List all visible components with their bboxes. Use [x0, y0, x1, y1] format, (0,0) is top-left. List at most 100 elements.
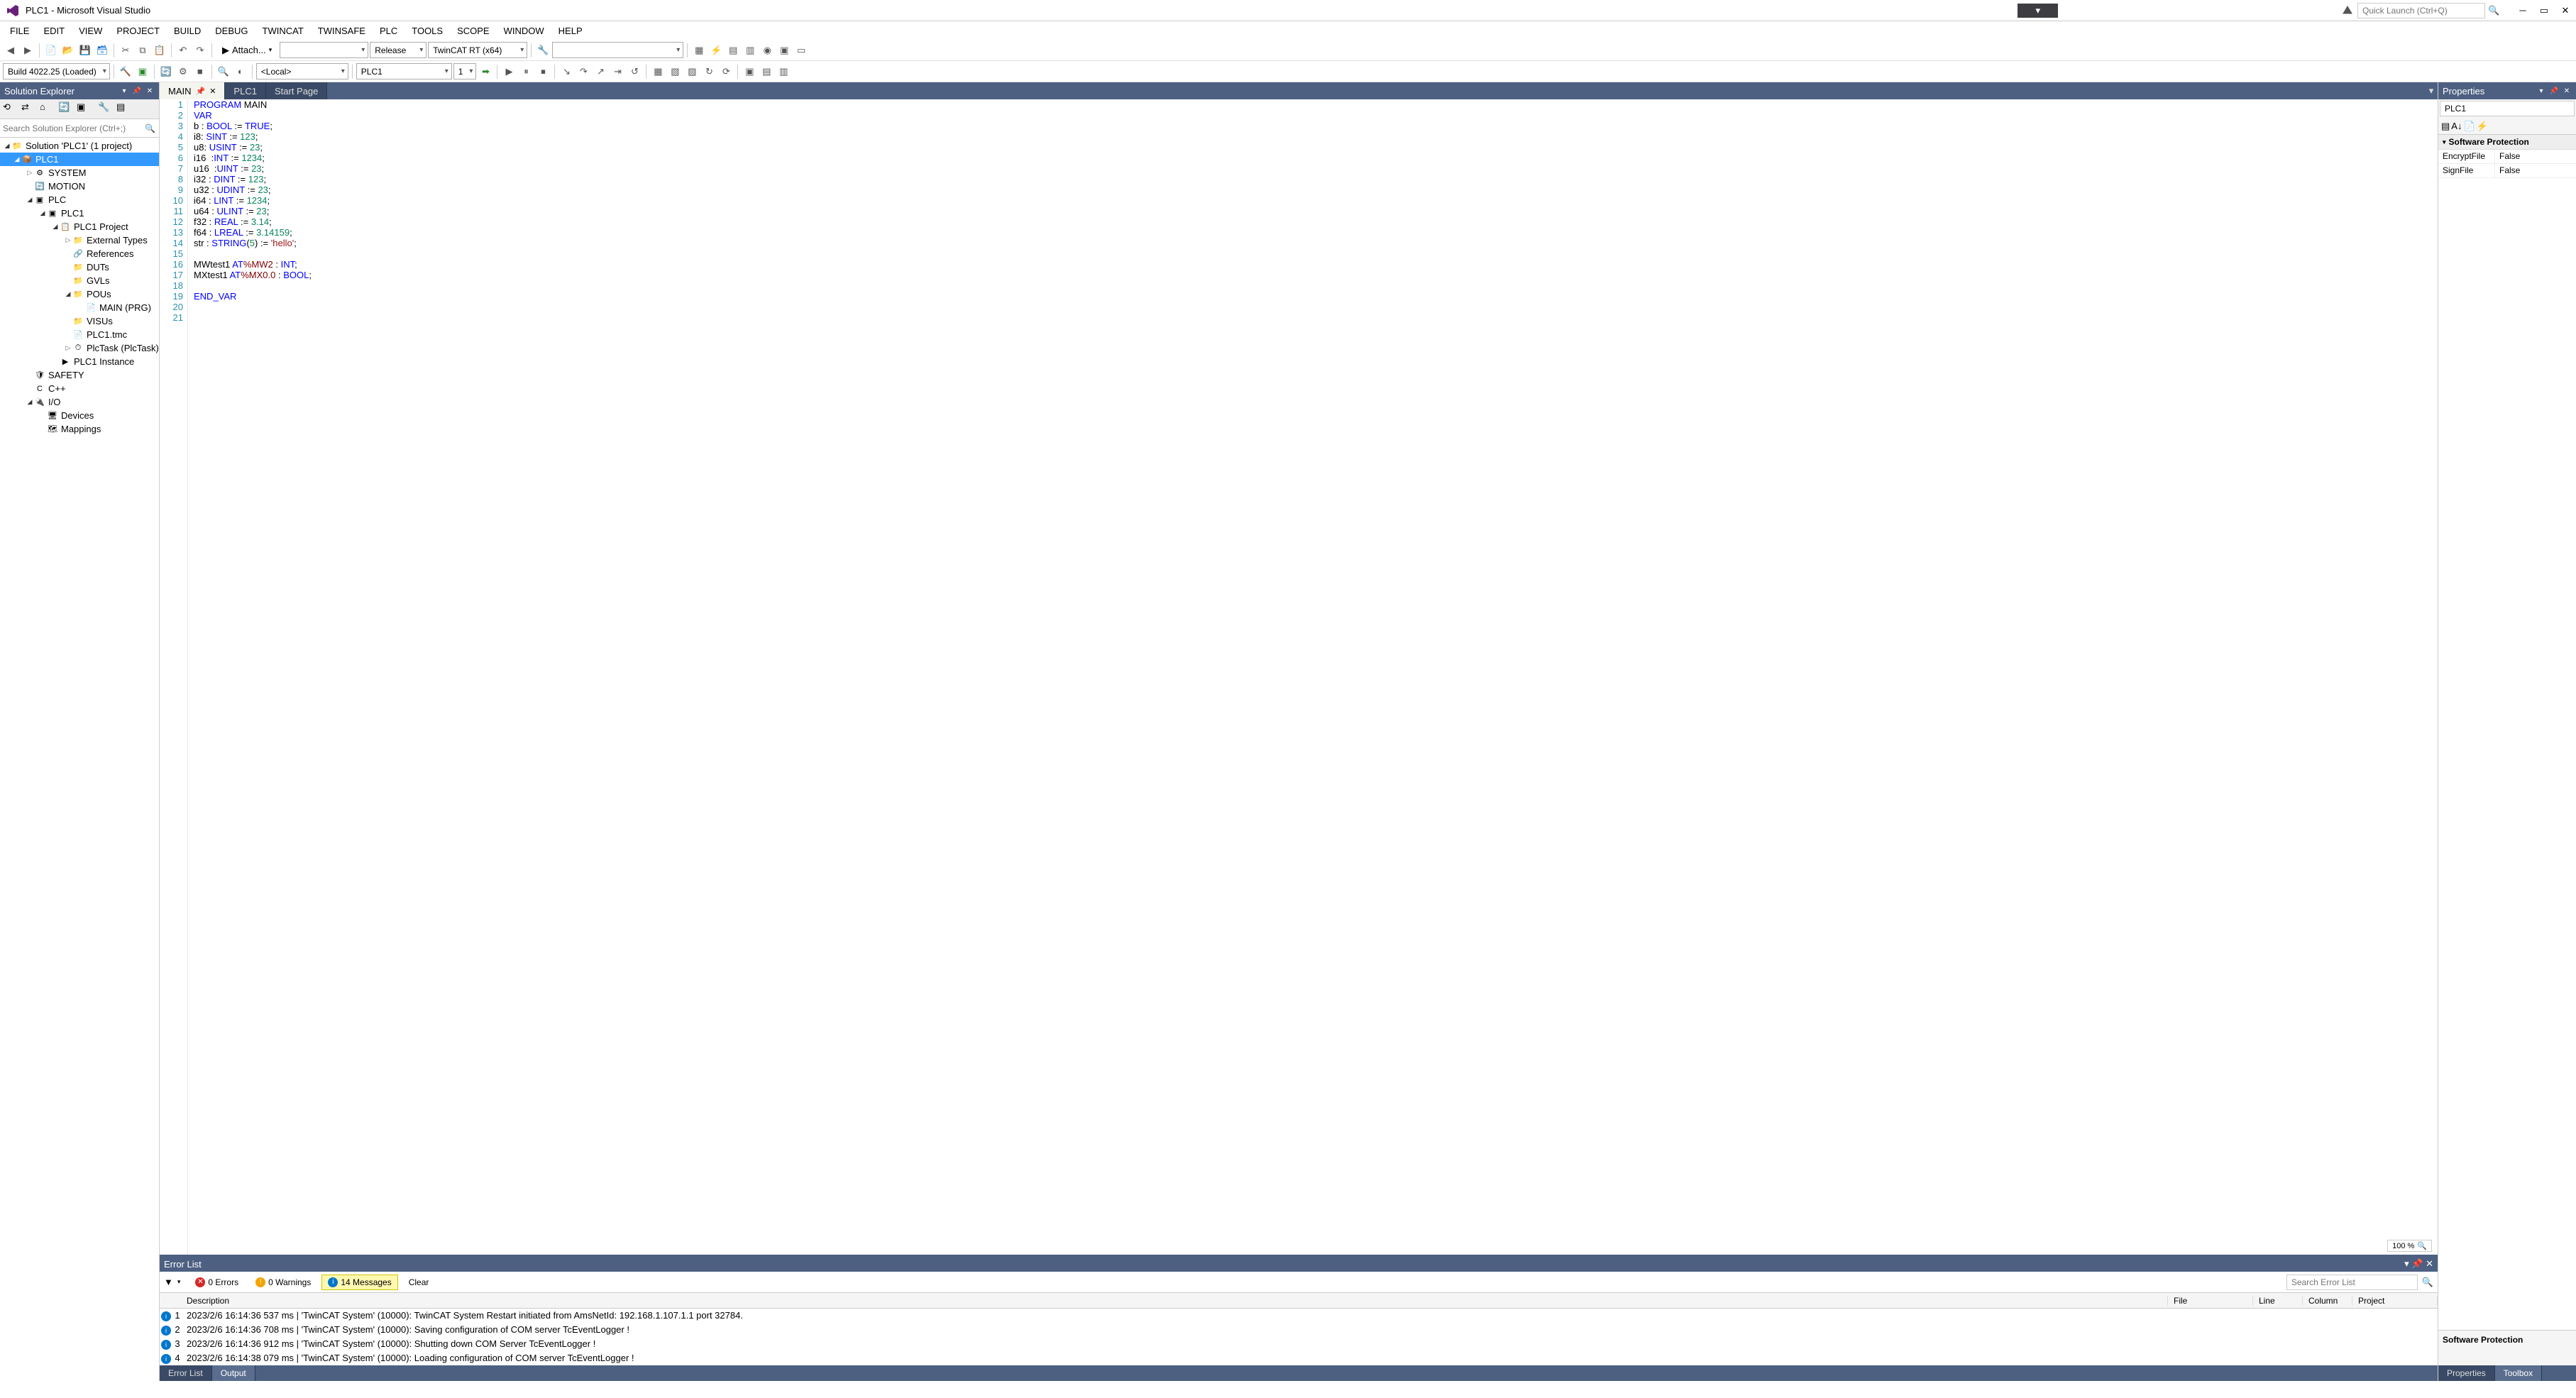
property-row[interactable]: EncryptFileFalse	[2438, 150, 2576, 164]
error-row[interactable]: i22023/2/6 16:14:36 708 ms | 'TwinCAT Sy…	[160, 1323, 2438, 1337]
tree-item[interactable]: 🔄MOTION	[0, 180, 159, 193]
nav-back-icon[interactable]: ◀	[3, 43, 18, 58]
code-editor[interactable]: 123456789101112131415161718192021 PROGRA…	[160, 99, 2438, 1255]
menu-tools[interactable]: TOOLS	[404, 23, 450, 39]
filter-dropdown-icon[interactable]: ▾	[177, 1278, 181, 1286]
editor-tab[interactable]: Start Page	[266, 82, 327, 99]
dbg-icon-1[interactable]: ▦	[650, 64, 666, 79]
dbg-icon-2[interactable]: ▧	[667, 64, 683, 79]
col-project[interactable]: Project	[2352, 1296, 2438, 1306]
misc-icon-3[interactable]: ▥	[776, 64, 791, 79]
tc-icon-6[interactable]: ▣	[776, 43, 792, 58]
dbg-icon-3[interactable]: ▨	[684, 64, 700, 79]
tree-item[interactable]: 🖥Devices	[0, 409, 159, 422]
tree-item[interactable]: ◢📁Solution 'PLC1' (1 project)	[0, 139, 159, 153]
se-show-icon[interactable]: ▤	[116, 101, 132, 117]
code-content[interactable]: PROGRAM MAINVARb : BOOL := TRUE;i8: SINT…	[188, 99, 2438, 1255]
bottom-tab[interactable]: Properties	[2438, 1365, 2495, 1381]
error-row[interactable]: i42023/2/6 16:14:38 079 ms | 'TwinCAT Sy…	[160, 1351, 2438, 1365]
copy-icon[interactable]: ⧉	[135, 43, 150, 58]
cut-icon[interactable]: ✂	[118, 43, 133, 58]
start-icon[interactable]: ▶	[501, 64, 517, 79]
project-combo[interactable]: PLC1	[356, 63, 452, 79]
bottom-tab[interactable]: Toolbox	[2495, 1365, 2542, 1381]
panel-close-icon[interactable]: ✕	[145, 86, 155, 96]
bottom-tab[interactable]: Output	[212, 1365, 255, 1381]
step-out-icon[interactable]: ↗	[593, 64, 608, 79]
tree-item[interactable]: ◢▣PLC1	[0, 207, 159, 220]
login-icon[interactable]: ➡	[478, 64, 493, 79]
prop-az-icon[interactable]: A↓	[2451, 121, 2462, 131]
se-collapse-icon[interactable]: ▣	[77, 101, 92, 117]
tree-item[interactable]: 📁VISUs	[0, 314, 159, 328]
misc-icon-2[interactable]: ▤	[759, 64, 774, 79]
el-close-icon[interactable]: ✕	[2426, 1258, 2433, 1269]
menu-project[interactable]: PROJECT	[109, 23, 167, 39]
menu-debug[interactable]: DEBUG	[208, 23, 255, 39]
undo-icon[interactable]: ↶	[175, 43, 191, 58]
close-button[interactable]: ✕	[2555, 4, 2576, 18]
menu-build[interactable]: BUILD	[167, 23, 208, 39]
tc-activate-icon[interactable]: ▣	[135, 64, 150, 79]
tc-build-icon[interactable]: 🔨	[118, 64, 133, 79]
target-combo[interactable]: <Local>	[256, 63, 348, 79]
tree-item[interactable]: 📄PLC1.tmc	[0, 328, 159, 341]
error-row[interactable]: i12023/2/6 16:14:36 537 ms | 'TwinCAT Sy…	[160, 1309, 2438, 1323]
tc-icon-2[interactable]: ⚡	[708, 43, 724, 58]
tree-item[interactable]: ▷⚙SYSTEM	[0, 166, 159, 180]
errors-filter[interactable]: ✕0 Errors	[189, 1275, 245, 1290]
filter-icon[interactable]: ▼	[164, 1277, 173, 1287]
tc-icon-1[interactable]: ▦	[691, 43, 707, 58]
prop-dropdown-icon[interactable]: ▾	[2536, 86, 2546, 96]
menu-view[interactable]: VIEW	[72, 23, 109, 39]
tree-item[interactable]: ▶PLC1 Instance	[0, 355, 159, 368]
redo-icon[interactable]: ↷	[192, 43, 208, 58]
search-icon[interactable]: 🔍	[2488, 5, 2499, 16]
tree-item[interactable]: ◢📋PLC1 Project	[0, 220, 159, 233]
tree-item[interactable]: ◢📁POUs	[0, 287, 159, 301]
tc-icon-7[interactable]: ▭	[793, 43, 809, 58]
feedback-dropdown[interactable]: ▾	[2018, 4, 2058, 18]
prop-cat-icon[interactable]: ▤	[2441, 121, 2450, 132]
menu-scope[interactable]: SCOPE	[450, 23, 497, 39]
dbg-icon-5[interactable]: ⟳	[718, 64, 734, 79]
platform-combo[interactable]: TwinCAT RT (x64)	[428, 42, 527, 58]
tree-item[interactable]: 📄MAIN (PRG)	[0, 301, 159, 314]
menu-twincat[interactable]: TWINCAT	[255, 23, 311, 39]
col-description[interactable]: Description	[181, 1296, 2168, 1306]
tree-item[interactable]: 🗺Mappings	[0, 422, 159, 436]
step-into-icon[interactable]: ↘	[558, 64, 574, 79]
tc-toggle-icon[interactable]: ◐	[233, 64, 248, 79]
el-pin-icon[interactable]: 📌	[2411, 1258, 2423, 1269]
se-sync-icon[interactable]: ⇄	[21, 101, 37, 117]
clear-button[interactable]: Clear	[402, 1275, 436, 1290]
solution-explorer-search-input[interactable]	[3, 123, 145, 133]
search-icon[interactable]: 🔍	[145, 123, 156, 133]
menu-window[interactable]: WINDOW	[497, 23, 551, 39]
prop-events-icon[interactable]: ⚡	[2477, 121, 2488, 132]
properties-selector[interactable]: PLC1	[2440, 101, 2575, 116]
property-row[interactable]: SignFileFalse	[2438, 164, 2576, 178]
prop-close-icon[interactable]: ✕	[2562, 86, 2572, 96]
menu-edit[interactable]: EDIT	[36, 23, 72, 39]
tc-icon-3[interactable]: ▤	[725, 43, 741, 58]
dbg-icon-4[interactable]: ↻	[701, 64, 717, 79]
se-home2-icon[interactable]: ⌂	[40, 101, 55, 117]
zoom-indicator[interactable]: 100 %🔍	[2387, 1240, 2432, 1252]
pause-icon[interactable]: ⏸	[518, 64, 534, 79]
tree-item[interactable]: 📁DUTs	[0, 260, 159, 274]
step-icon-5[interactable]: ↺	[627, 64, 642, 79]
step-icon-4[interactable]: ⇥	[610, 64, 625, 79]
open-icon[interactable]: 📂	[60, 43, 76, 58]
menu-twinsafe[interactable]: TWINSAFE	[311, 23, 373, 39]
menu-plc[interactable]: PLC	[373, 23, 404, 39]
new-project-icon[interactable]: 📄	[43, 43, 59, 58]
tc-icon-5[interactable]: ◉	[759, 43, 775, 58]
tool-icon[interactable]: 🔧	[535, 43, 551, 58]
instance-combo[interactable]: 1	[453, 63, 477, 79]
nav-fwd-icon[interactable]: ▶	[20, 43, 35, 58]
prop-pin-icon[interactable]: 📌	[2549, 86, 2559, 96]
menu-file[interactable]: FILE	[3, 23, 36, 39]
se-home-icon[interactable]: ⟲	[3, 101, 18, 117]
panel-dropdown-icon[interactable]: ▾	[119, 86, 129, 96]
